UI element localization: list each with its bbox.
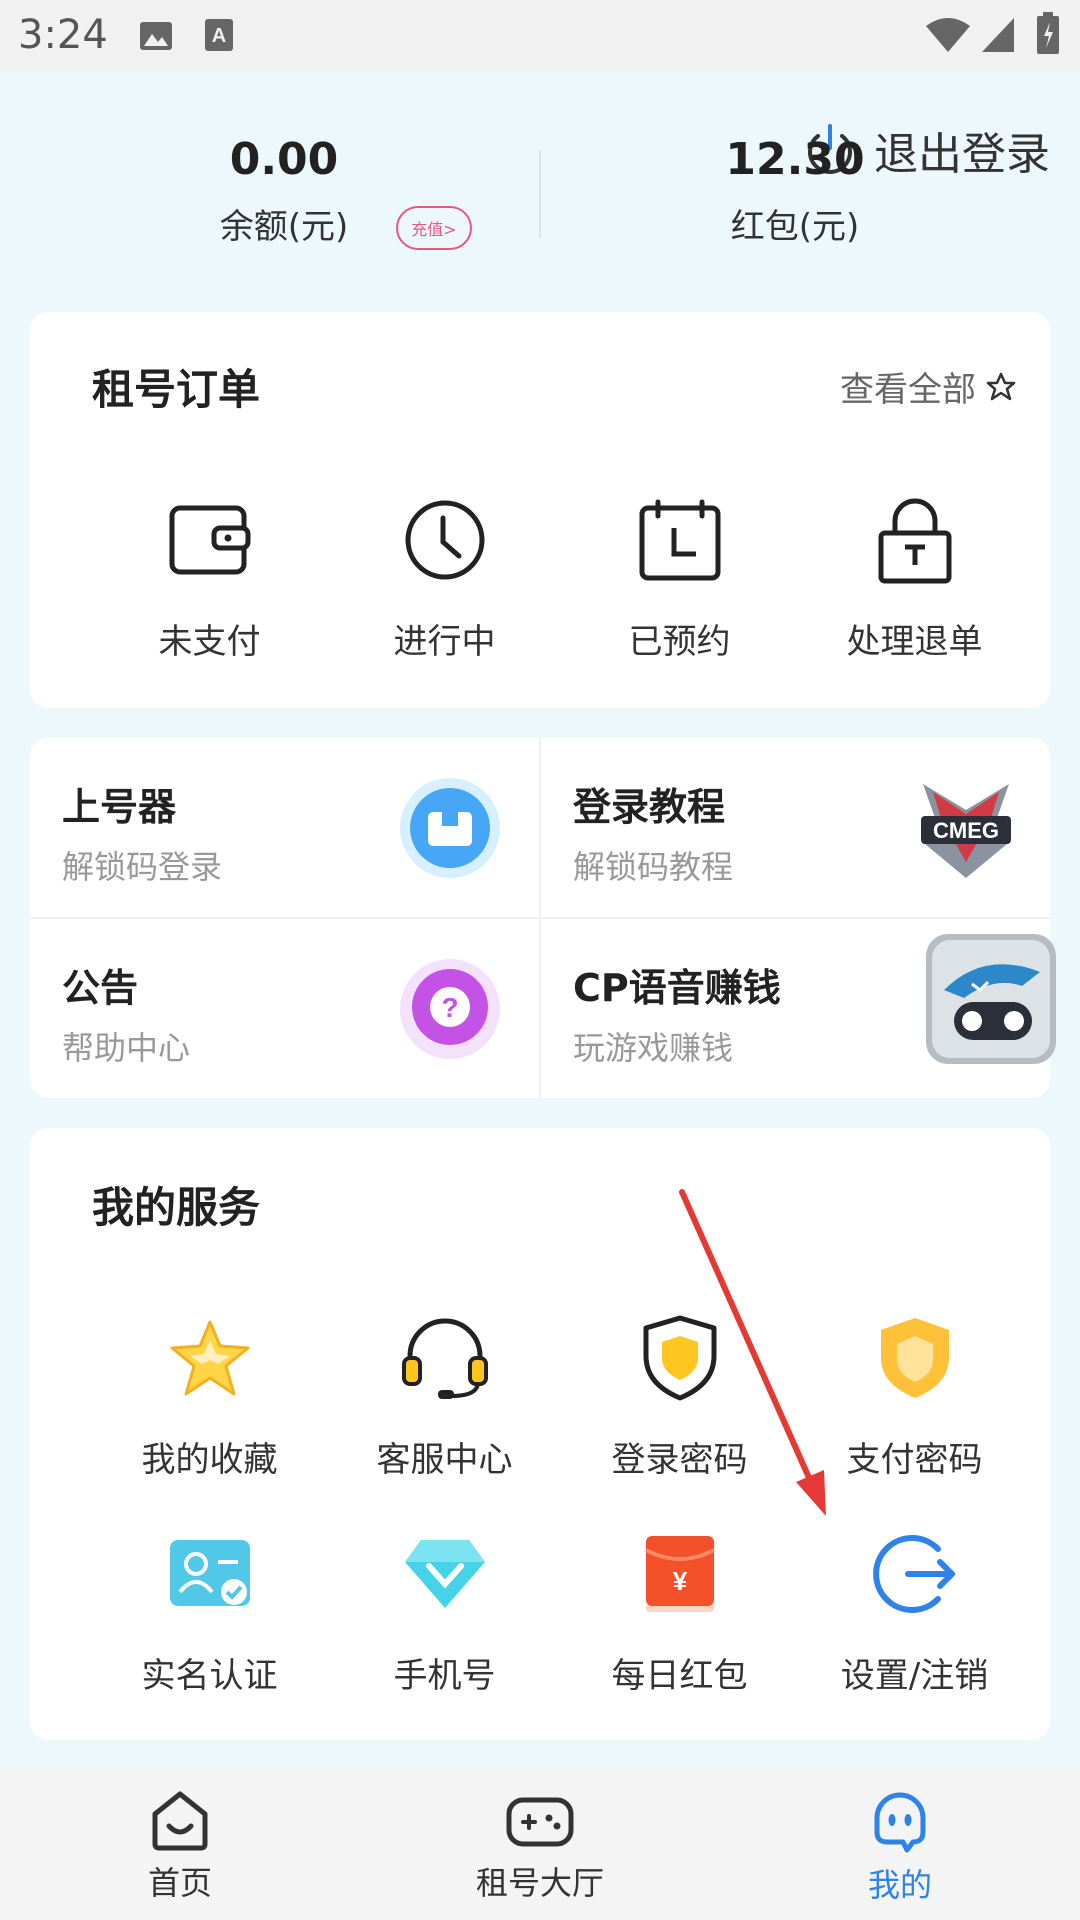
service-label: 设置/注销	[840, 1656, 989, 1696]
service-real-name[interactable]: 实名认证	[92, 1526, 327, 1697]
bottom-nav: 首页 租号大厅 我的	[0, 1768, 1080, 1920]
status-bar: 3:24 A	[0, 0, 1080, 72]
service-phone[interactable]: 手机号	[327, 1526, 562, 1697]
quick-link-launcher[interactable]: 上号器 解锁码登录	[30, 738, 539, 917]
wallet-icon	[169, 505, 250, 575]
service-daily-red-packet[interactable]: ¥ 每日红包	[562, 1526, 797, 1697]
service-label: 手机号	[393, 1656, 496, 1696]
svg-text:CMEG: CMEG	[933, 818, 999, 843]
nav-label: 首页	[147, 1864, 212, 1902]
order-reserved[interactable]: 已预约	[562, 492, 797, 663]
nav-mine[interactable]: 我的	[780, 1788, 1020, 1906]
balance-block: 0.00 余额(元)	[184, 134, 384, 248]
svg-text:?: ?	[441, 992, 458, 1023]
star-outline-icon	[986, 372, 1016, 400]
shark-gamepad-icon[interactable]	[924, 932, 1058, 1066]
service-label: 每日红包	[611, 1656, 748, 1696]
svg-text:¥: ¥	[672, 1566, 687, 1596]
red-envelope-icon: ¥	[644, 1536, 715, 1612]
balance-label: 余额(元)	[219, 207, 349, 247]
home-icon	[152, 1791, 208, 1851]
profile-icon	[874, 1792, 926, 1853]
service-pay-password[interactable]: 支付密码	[797, 1310, 1032, 1481]
clock-icon	[405, 500, 484, 580]
logout-circle-icon	[872, 1535, 955, 1613]
red-packet-value: 12.30	[725, 134, 865, 185]
quick-link-subtitle: 解锁码登录	[62, 848, 223, 886]
service-login-password[interactable]: 登录密码	[562, 1310, 797, 1481]
service-label: 实名认证	[141, 1656, 278, 1696]
logout-label: 退出登录	[874, 129, 1050, 180]
service-label: 我的收藏	[141, 1440, 278, 1480]
recharge-button[interactable]: 充值>	[396, 206, 472, 250]
quick-link-tutorial[interactable]: 登录教程 解锁码教程 CMEG	[541, 738, 1050, 917]
diamond-icon	[404, 1540, 485, 1608]
keyboard-a-icon: A	[205, 19, 233, 51]
order-label: 处理退单	[846, 622, 983, 662]
calendar-icon	[639, 499, 720, 581]
service-support[interactable]: 客服中心	[327, 1310, 562, 1481]
account-summary: 退出登录 0.00 余额(元) 充值> 12.30 红包(元)	[0, 72, 1080, 312]
orders-grid: 未支付 进行中 已预约 处理退单	[30, 492, 1050, 663]
quick-link-title: 登录教程	[573, 785, 726, 829]
cmeg-logo: CMEG	[921, 784, 1011, 878]
signal-icon	[982, 18, 1014, 52]
quick-link-title: 上号器	[62, 785, 177, 829]
order-refund[interactable]: 处理退单	[797, 492, 1032, 663]
divider	[539, 150, 541, 238]
quick-links-card: 上号器 解锁码登录 登录教程 解锁码教程 CMEG 公告 帮助中心 ? CP语音…	[30, 738, 1056, 1098]
gallery-icon	[140, 22, 172, 50]
order-label: 已预约	[628, 622, 731, 662]
id-card-icon	[169, 1540, 250, 1606]
status-time: 3:24	[18, 12, 108, 58]
service-label: 支付密码	[846, 1440, 983, 1480]
order-label: 进行中	[393, 622, 496, 662]
quick-link-subtitle: 帮助中心	[62, 1029, 191, 1067]
quick-link-subtitle: 玩游戏赚钱	[573, 1029, 734, 1067]
nav-label: 租号大厅	[475, 1864, 604, 1902]
services-title: 我的服务	[92, 1183, 261, 1232]
gamepad-icon	[506, 1797, 574, 1847]
order-unpaid[interactable]: 未支付	[92, 492, 327, 663]
headset-icon	[401, 1318, 488, 1399]
quick-link-title: 公告	[62, 966, 139, 1010]
battery-icon	[1037, 12, 1059, 54]
service-label: 登录密码	[611, 1440, 748, 1480]
red-packet-block: 12.30 红包(元)	[695, 134, 895, 248]
lock-icon	[878, 498, 951, 584]
shield-icon	[643, 1315, 716, 1401]
service-favorites[interactable]: 我的收藏	[92, 1310, 327, 1481]
order-label: 未支付	[158, 622, 261, 662]
nav-home[interactable]: 首页	[60, 1788, 300, 1904]
quick-link-title: CP语音赚钱	[573, 966, 781, 1010]
quick-link-subtitle: 解锁码教程	[573, 848, 734, 886]
orders-title: 租号订单	[92, 365, 261, 414]
order-in-progress[interactable]: 进行中	[327, 492, 562, 663]
view-all-label: 查看全部	[840, 370, 976, 410]
services-card: 我的服务 我的收藏 客服中心 登录密码 支付密码 实名认证 手机号 ¥ 每日红包…	[30, 1128, 1050, 1740]
wifi-icon	[926, 18, 970, 52]
box-icon	[400, 778, 500, 878]
red-packet-label: 红包(元)	[730, 207, 860, 247]
quick-link-notice[interactable]: 公告 帮助中心 ?	[30, 919, 539, 1098]
question-bubble-icon: ?	[400, 959, 500, 1059]
services-row-2: 实名认证 手机号 ¥ 每日红包 设置/注销	[30, 1526, 1050, 1697]
balance-value: 0.00	[229, 134, 339, 185]
service-label: 客服中心	[376, 1440, 513, 1480]
service-settings-logout[interactable]: 设置/注销	[797, 1526, 1032, 1697]
nav-label: 我的	[867, 1866, 932, 1904]
orange-shield-icon	[880, 1318, 949, 1398]
services-row-1: 我的收藏 客服中心 登录密码 支付密码	[30, 1310, 1050, 1481]
orders-card: 租号订单 查看全部 未支付 进行中 已预约 处理退单	[30, 312, 1050, 708]
view-all-button[interactable]: 查看全部	[840, 362, 1016, 411]
nav-rental-hall[interactable]: 租号大厅	[420, 1788, 660, 1904]
star-icon	[170, 1320, 249, 1396]
svg-text:A: A	[212, 25, 226, 47]
